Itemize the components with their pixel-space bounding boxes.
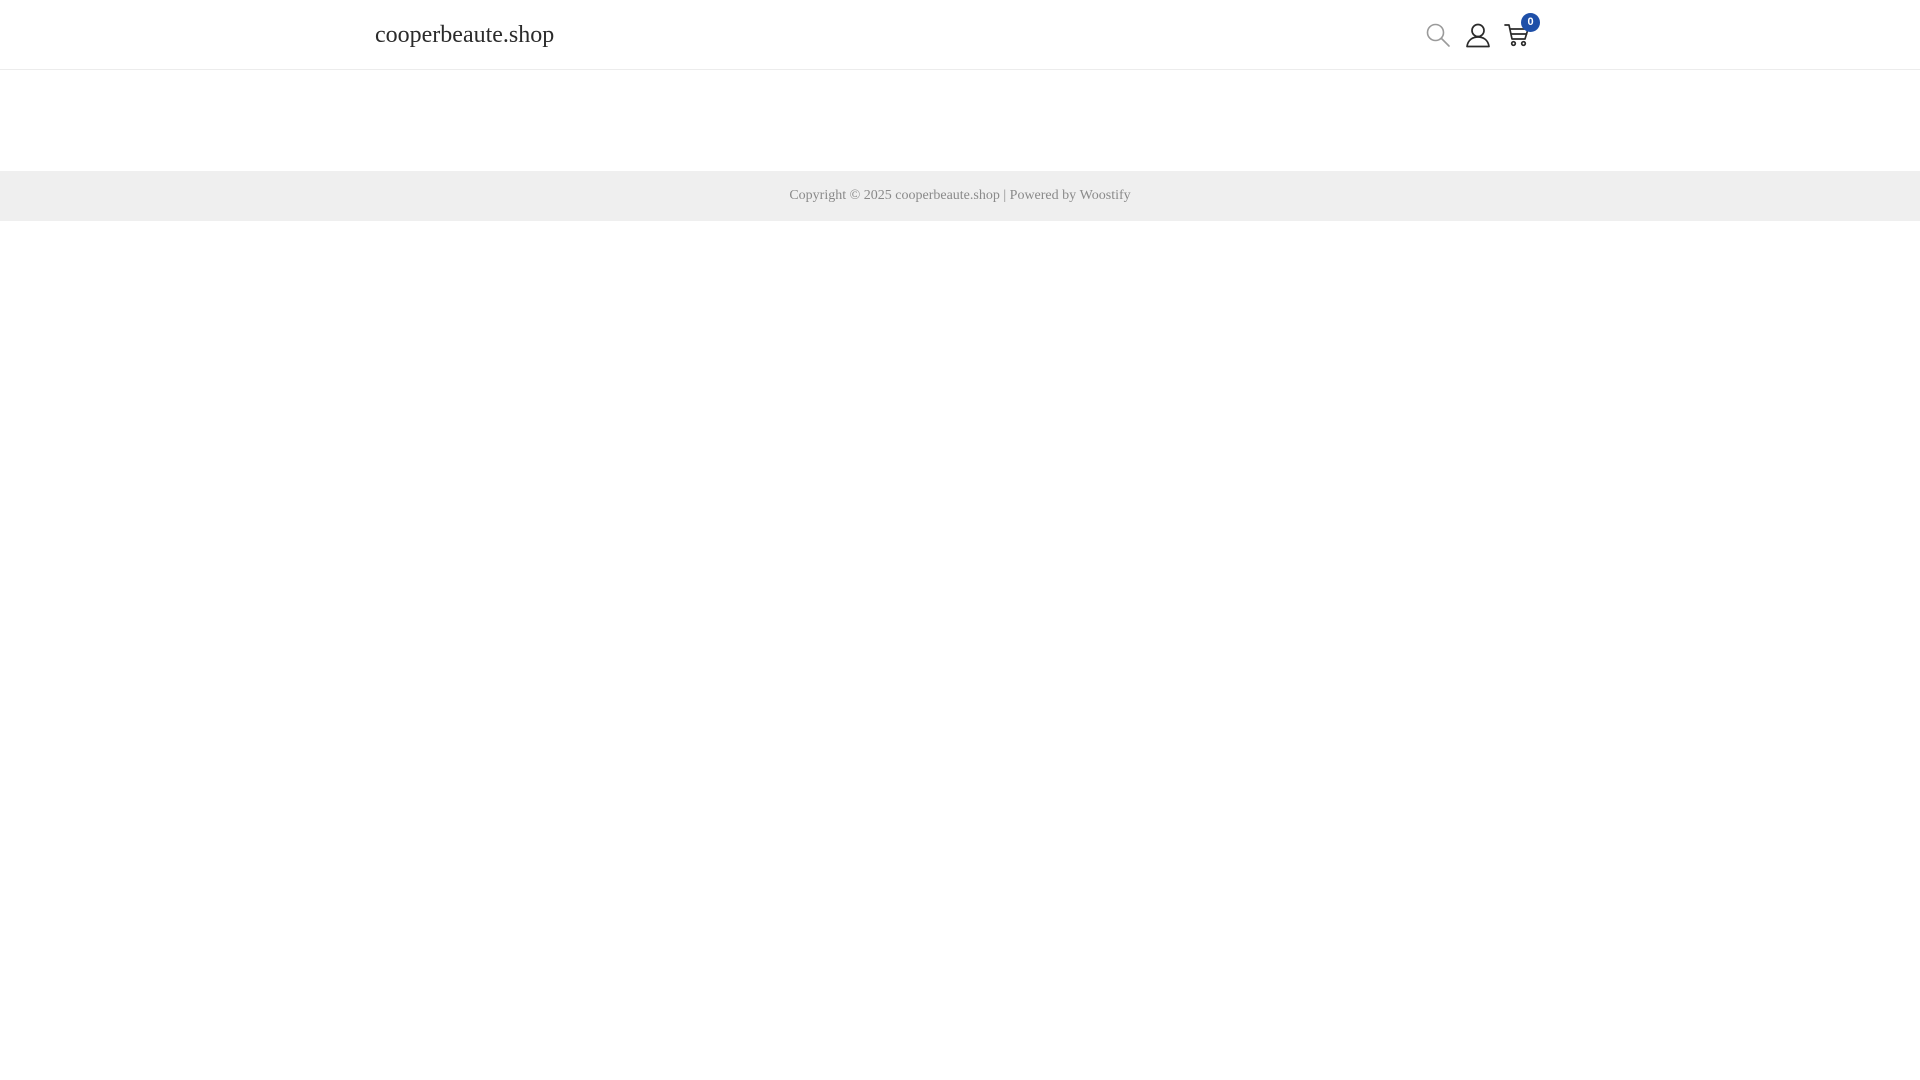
site-title-link[interactable]: cooperbeaute.shop [375, 18, 554, 52]
user-icon[interactable] [1464, 21, 1492, 49]
powered-by-text: Powered by [1009, 188, 1077, 203]
cart-button[interactable]: 0 [1503, 13, 1540, 49]
site-header: cooperbeaute.shop 0 [0, 0, 1920, 70]
header-icons: 0 [1424, 13, 1540, 53]
copyright-text: Copyright © 2025 [789, 188, 892, 203]
search-icon[interactable] [1424, 21, 1452, 49]
footer-separator: | [1003, 188, 1007, 203]
site-footer: Copyright © 2025 cooperbeaute.shop | Pow… [0, 171, 1920, 221]
powered-by-link[interactable]: Woostify [1080, 188, 1131, 204]
footer-site-link[interactable]: cooperbeaute.shop [895, 188, 1000, 204]
cart-count-badge: 0 [1521, 13, 1540, 32]
